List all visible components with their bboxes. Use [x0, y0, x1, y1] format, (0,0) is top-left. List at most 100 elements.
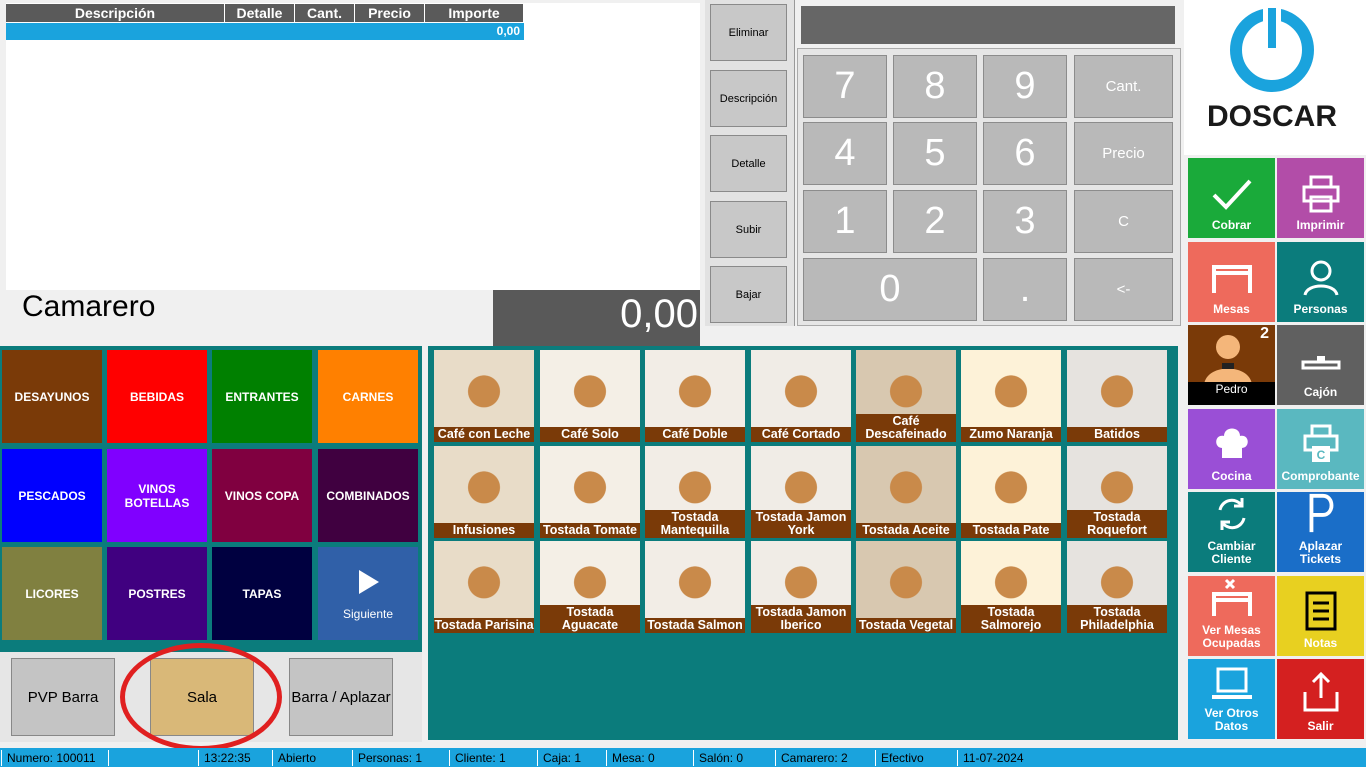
product-cafe-solo[interactable]: Café Solo [540, 350, 640, 442]
barra-aplazar-button[interactable]: Barra / Aplazar [289, 658, 393, 736]
category-carnes[interactable]: CARNES [318, 350, 418, 443]
category-entrantes[interactable]: ENTRANTES [212, 350, 312, 443]
category-vinos-copa[interactable]: VINOS COPA [212, 449, 312, 542]
key-1[interactable]: 1 [803, 190, 887, 253]
product-tostada-jamon-york[interactable]: Tostada Jamon York [751, 446, 851, 538]
category-siguiente[interactable]: Siguiente [318, 547, 418, 640]
ticket-total-row[interactable]: 0,00 [6, 23, 524, 40]
eliminar-button[interactable]: Eliminar [710, 4, 787, 61]
cocina-label: Cocina [1211, 469, 1252, 483]
category-label: LICORES [25, 586, 79, 601]
category-label: ENTRANTES [225, 389, 299, 404]
product-label: Café Solo [540, 427, 640, 442]
product-tostada-salmon[interactable]: Tostada Salmon [645, 541, 745, 633]
key-2[interactable]: 2 [893, 190, 977, 253]
column-header-importe[interactable]: Importe [425, 4, 524, 22]
ver-mesas-button[interactable]: Ver Mesas Ocupadas [1188, 576, 1275, 656]
product-label: Tostada Philadelphia [1067, 605, 1167, 633]
logo-text: DOSCAR [1207, 100, 1337, 133]
product-tostada-parisina[interactable]: Tostada Parisina [434, 541, 534, 633]
category-vinos-botellas[interactable]: VINOS BOTELLAS [107, 449, 207, 542]
subir-button[interactable]: Subir [710, 201, 787, 258]
category-combinados[interactable]: COMBINADOS [318, 449, 418, 542]
product-label: Tostada Jamon York [751, 510, 851, 538]
key-clear[interactable]: C [1074, 190, 1173, 253]
product-label: Tostada Parisina [434, 618, 534, 633]
mesas-button[interactable]: Mesas [1188, 242, 1275, 322]
pvp-barra-button[interactable]: PVP Barra [11, 658, 115, 736]
product-zumo-naranja[interactable]: Zumo Naranja [961, 350, 1061, 442]
product-label: Tostada Mantequilla [645, 510, 745, 538]
personas-button[interactable]: Personas [1277, 242, 1364, 322]
column-header-precio[interactable]: Precio [355, 4, 425, 22]
key-8[interactable]: 8 [893, 55, 977, 118]
imprimir-button[interactable]: Imprimir [1277, 158, 1364, 238]
product-tostada-tomate[interactable]: Tostada Tomate [540, 446, 640, 538]
key-3[interactable]: 3 [983, 190, 1067, 253]
product-infusiones[interactable]: Infusiones [434, 446, 534, 538]
status-field: 13:22:35 [198, 750, 270, 766]
detalle-button[interactable]: Detalle [710, 135, 787, 192]
descripcion-button[interactable]: Descripción [710, 70, 787, 127]
key-7[interactable]: 7 [803, 55, 887, 118]
product-label: Tostada Vegetal [856, 618, 956, 633]
key-6[interactable]: 6 [983, 122, 1067, 185]
laptop-icon [1211, 667, 1252, 699]
cocina-button[interactable]: Cocina [1188, 409, 1275, 489]
product-tostada-aguacate[interactable]: Tostada Aguacate [540, 541, 640, 633]
product-cafe-cortado[interactable]: Café Cortado [751, 350, 851, 442]
waiter-button[interactable]: 2 Pedro [1188, 325, 1275, 405]
product-tostada-salmorejo[interactable]: Tostada Salmorejo [961, 541, 1061, 633]
drawer-icon [1301, 356, 1340, 370]
aplazar-tickets-button[interactable]: Aplazar Tickets [1277, 492, 1364, 572]
category-label: CARNES [342, 389, 394, 404]
cambiar-cliente-button[interactable]: Cambiar Cliente [1188, 492, 1275, 572]
salir-button[interactable]: Salir [1277, 659, 1364, 739]
swap-icon [1218, 498, 1245, 530]
keypad-display [801, 6, 1175, 44]
column-header-cant[interactable]: Cant. [295, 4, 355, 22]
column-header-descripcion[interactable]: Descripción [6, 4, 225, 22]
key-4[interactable]: 4 [803, 122, 887, 185]
product-cafe-descafeinado[interactable]: Café Descafeinado [856, 350, 956, 442]
key-cant[interactable]: Cant. [1074, 55, 1173, 118]
receipt-printer-icon: C [1303, 424, 1338, 462]
parking-icon [1309, 493, 1333, 533]
ticket-grid[interactable]: Descripción Detalle Cant. Precio Importe… [6, 3, 700, 290]
product-cafe-doble[interactable]: Café Doble [645, 350, 745, 442]
product-tostada-roquefort[interactable]: Tostada Roquefort [1067, 446, 1167, 538]
cajon-label: Cajón [1303, 385, 1338, 399]
key-5[interactable]: 5 [893, 122, 977, 185]
cajon-button[interactable]: Cajón [1277, 325, 1364, 405]
category-bebidas[interactable]: BEBIDAS [107, 350, 207, 443]
product-batidos[interactable]: Batidos [1067, 350, 1167, 442]
category-postres[interactable]: POSTRES [107, 547, 207, 640]
bajar-button[interactable]: Bajar [710, 266, 787, 323]
product-cafe-con-leche[interactable]: Café con Leche [434, 350, 534, 442]
key-backspace[interactable]: <- [1074, 258, 1173, 321]
status-field: Personas: 1 [352, 750, 447, 766]
product-tostada-vegetal[interactable]: Tostada Vegetal [856, 541, 956, 633]
column-header-detalle[interactable]: Detalle [225, 4, 295, 22]
key-9[interactable]: 9 [983, 55, 1067, 118]
category-licores[interactable]: LICORES [2, 547, 102, 640]
key-precio[interactable]: Precio [1074, 122, 1173, 185]
cobrar-button[interactable]: Cobrar [1188, 158, 1275, 238]
ver-otros-datos-button[interactable]: Ver Otros Datos [1188, 659, 1275, 739]
exit-icon [1303, 671, 1338, 712]
product-tostada-philadelphia[interactable]: Tostada Philadelphia [1067, 541, 1167, 633]
product-tostada-jamon-iberico[interactable]: Tostada Jamon Iberico [751, 541, 851, 633]
key-decimal[interactable]: . [983, 258, 1067, 321]
status-field: Salón: 0 [693, 750, 773, 766]
comprobante-button[interactable]: C Comprobante [1277, 409, 1364, 489]
category-desayunos[interactable]: DESAYUNOS [2, 350, 102, 443]
notas-button[interactable]: Notas [1277, 576, 1364, 656]
key-0[interactable]: 0 [803, 258, 977, 321]
cobrar-label: Cobrar [1211, 218, 1252, 232]
category-tapas[interactable]: TAPAS [212, 547, 312, 640]
product-label: Infusiones [434, 523, 534, 538]
product-tostada-pate[interactable]: Tostada Pate [961, 446, 1061, 538]
category-pescados[interactable]: PESCADOS [2, 449, 102, 542]
product-tostada-mantequilla[interactable]: Tostada Mantequilla [645, 446, 745, 538]
product-tostada-aceite[interactable]: Tostada Aceite [856, 446, 956, 538]
